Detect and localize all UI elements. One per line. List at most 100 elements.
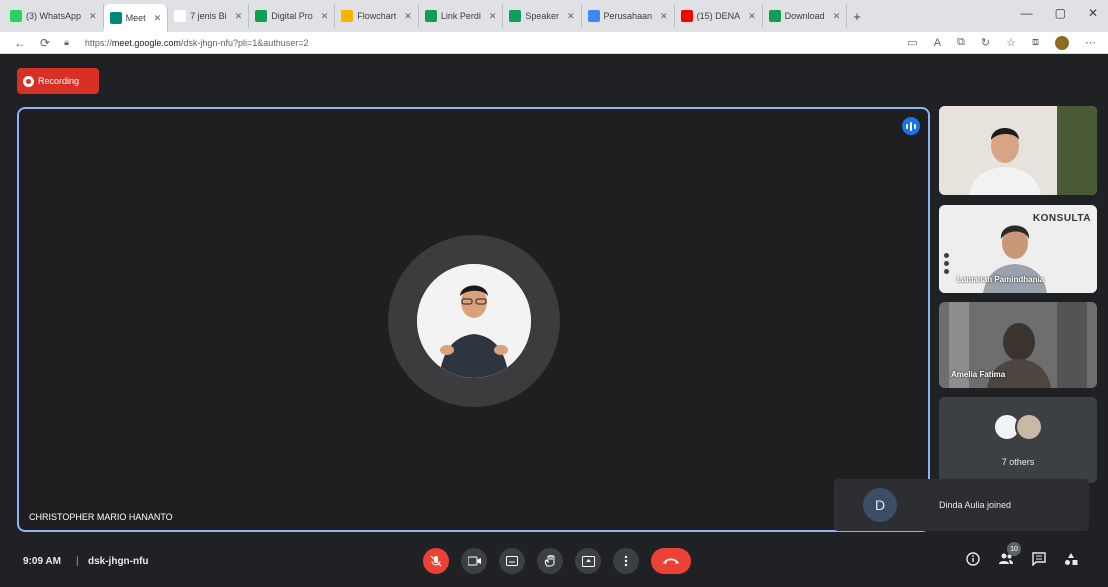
close-tab-icon[interactable]: ✕ xyxy=(660,11,668,22)
more-menu-icon[interactable]: ⋯ xyxy=(1085,36,1096,49)
tab-perusahaan[interactable]: Perusahaan ✕ xyxy=(582,4,675,28)
close-tab-icon[interactable]: ✕ xyxy=(321,11,329,22)
meeting-code: dsk-jhgn-nfu xyxy=(88,556,149,567)
notification-message: Dinda Aulia joined xyxy=(939,500,1012,510)
tab-label: Digital Pro xyxy=(271,11,313,21)
sheets-icon xyxy=(424,10,437,22)
close-tab-icon[interactable]: ✕ xyxy=(489,11,497,22)
url-field[interactable]: https://meet.google.com/dsk-jhgn-nfu?pli… xyxy=(85,38,907,48)
participant-name: Amelia Fatima xyxy=(951,370,1006,379)
info-icon xyxy=(966,552,980,566)
browser-tab-bar: (3) WhatsApp ✕ Meet ✕ 7 jenis Bi ✕ Digital … xyxy=(0,0,1108,32)
divider: | xyxy=(76,556,79,567)
tab-speaker[interactable]: Speaker ✕ xyxy=(503,4,582,28)
close-tab-icon[interactable]: ✕ xyxy=(404,11,412,22)
back-icon[interactable]: ← xyxy=(14,36,26,50)
others-tile[interactable]: 7 others xyxy=(939,397,1097,483)
sheets-icon xyxy=(255,10,268,22)
avatar-ring xyxy=(388,235,560,407)
close-tab-icon[interactable]: ✕ xyxy=(567,11,575,22)
speaking-indicator-icon xyxy=(902,117,920,135)
new-tab-button[interactable]: + xyxy=(847,4,867,28)
activities-button[interactable] xyxy=(1064,552,1078,569)
close-tab-icon[interactable]: ✕ xyxy=(748,11,756,22)
meeting-details-button[interactable] xyxy=(966,552,980,569)
tab-whatsapp[interactable]: (3) WhatsApp ✕ xyxy=(4,4,104,28)
speaker-photo xyxy=(417,264,531,378)
minimize-icon[interactable]: — xyxy=(1021,6,1033,20)
close-tab-icon[interactable]: ✕ xyxy=(89,11,97,22)
present-button[interactable] xyxy=(575,548,601,574)
recording-label: Recording xyxy=(38,76,80,86)
page-icon xyxy=(174,10,187,22)
page-icon xyxy=(587,10,600,22)
tab-jenis[interactable]: 7 jenis Bi ✕ xyxy=(168,4,250,28)
main-speaker-tile[interactable]: CHRISTOPHER MARIO HANANTO xyxy=(17,107,930,532)
camera-icon xyxy=(467,556,481,566)
tab-label: Perusahaan xyxy=(603,11,653,21)
favorites-icon[interactable]: ☆ xyxy=(1006,36,1016,49)
raise-hand-button[interactable] xyxy=(537,548,563,574)
more-options-button[interactable] xyxy=(613,548,639,574)
avatar xyxy=(1015,413,1043,441)
toolbar-icons: ▭ A ⧉ ↻ ☆ ⧈ ⋯ xyxy=(907,35,1096,50)
mic-off-button[interactable] xyxy=(423,548,449,574)
leave-call-button[interactable] xyxy=(651,548,691,574)
recording-badge[interactable]: Recording xyxy=(17,68,99,94)
close-window-icon[interactable]: ✕ xyxy=(1088,6,1098,20)
collections-icon[interactable]: ⧈ xyxy=(1032,36,1039,49)
hang-up-icon xyxy=(663,558,679,564)
youtube-icon xyxy=(680,10,693,22)
call-controls xyxy=(423,548,691,574)
sheets-icon xyxy=(768,10,781,22)
chat-button[interactable] xyxy=(1032,552,1046,569)
screen-cast-icon[interactable]: ▭ xyxy=(907,36,917,49)
read-aloud-icon[interactable]: A xyxy=(934,37,941,49)
record-icon xyxy=(23,75,34,87)
tab-label: Link Perdi xyxy=(440,11,481,21)
close-tab-icon[interactable]: ✕ xyxy=(833,11,841,22)
more-options-icon[interactable] xyxy=(944,253,949,274)
tab-label: Download xyxy=(784,11,825,21)
url-prefix: https:// xyxy=(84,37,112,48)
refresh-extension-icon[interactable]: ↻ xyxy=(981,36,990,49)
tab-label: Speaker xyxy=(525,11,559,21)
hand-icon xyxy=(544,555,555,567)
lock-icon: 🔒︎ xyxy=(64,37,69,47)
address-bar: ← ⟳ 🔒︎ https://meet.google.com/dsk-jhgn-… xyxy=(0,32,1108,54)
participant-name: Lamanan Pamindhania xyxy=(957,275,1045,284)
avatar xyxy=(417,264,531,378)
extension-icon[interactable]: ⧉ xyxy=(957,36,965,49)
tab-youtube[interactable]: (15) DENA ✕ xyxy=(675,4,763,28)
maximize-icon[interactable]: ▢ xyxy=(1055,6,1066,20)
tab-digital[interactable]: Digital Pro ✕ xyxy=(249,4,336,28)
participant-tile[interactable]: KONSULTA Lamanan Pamindhania xyxy=(939,205,1097,293)
chat-icon xyxy=(1032,552,1046,567)
participant-tile[interactable]: Amelia Fatima xyxy=(939,302,1097,388)
participant-tile[interactable] xyxy=(939,106,1097,195)
activities-icon xyxy=(1065,553,1078,565)
slides-icon xyxy=(341,10,354,22)
url-path: /dsk-jhgn-nfu?pli=1&authuser=2 xyxy=(180,37,309,48)
close-tab-icon[interactable]: ✕ xyxy=(235,11,243,22)
tab-flowchart[interactable]: Flowchart ✕ xyxy=(335,4,419,28)
others-avatars xyxy=(993,413,1043,441)
camera-button[interactable] xyxy=(461,548,487,574)
tab-label: (15) DENA xyxy=(696,11,741,21)
tab-meet[interactable]: Meet ✕ xyxy=(103,4,169,32)
participant-count-badge: 10 xyxy=(1007,542,1021,556)
mic-off-icon xyxy=(430,555,442,567)
tab-label: 7 jenis Bi xyxy=(190,11,227,21)
tab-label: Flowchart xyxy=(357,11,397,21)
whatsapp-icon xyxy=(10,10,22,22)
people-button[interactable]: 10 xyxy=(998,542,1021,569)
close-tab-icon[interactable]: ✕ xyxy=(154,13,162,24)
reload-icon[interactable]: ⟳ xyxy=(40,36,50,50)
tab-download[interactable]: Download ✕ xyxy=(763,4,848,28)
participant-video xyxy=(939,106,1097,195)
captions-button[interactable] xyxy=(499,548,525,574)
profile-avatar[interactable] xyxy=(1055,35,1069,50)
window-controls: — ▢ ✕ xyxy=(1021,6,1098,20)
meeting-time: 9:09 AM xyxy=(23,556,61,567)
tab-link[interactable]: Link Perdi ✕ xyxy=(419,4,504,28)
